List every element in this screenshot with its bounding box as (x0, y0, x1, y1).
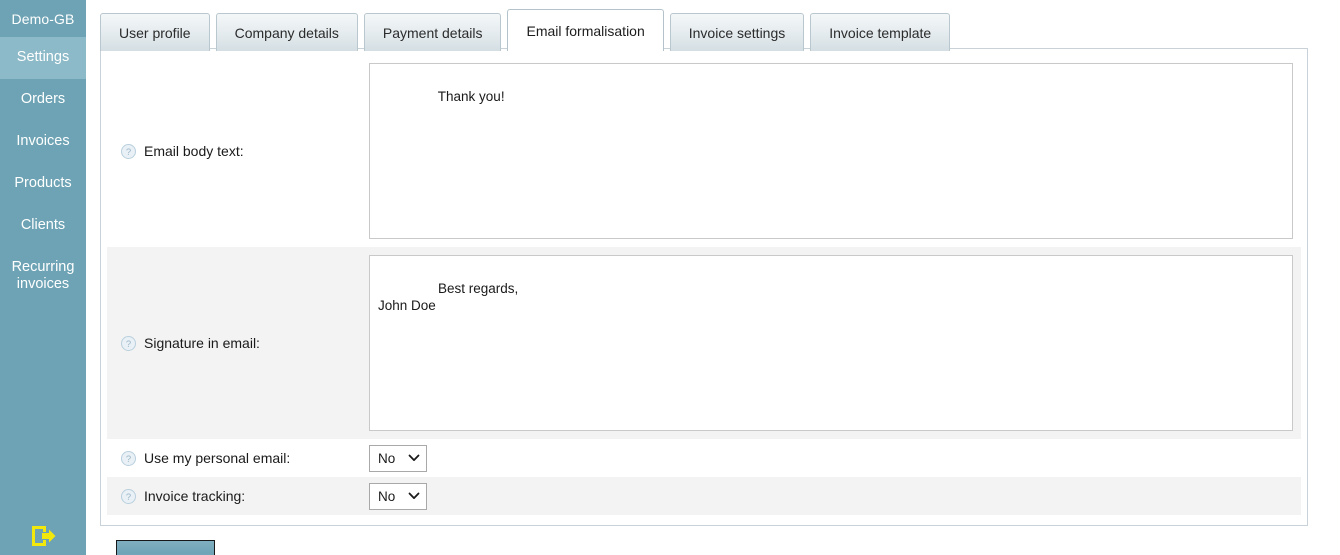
form-row-invoice-tracking: ? Invoice tracking: No (107, 477, 1301, 515)
svg-text:?: ? (126, 492, 131, 503)
help-question-icon[interactable]: ? (121, 335, 136, 351)
save-button[interactable] (116, 540, 215, 555)
row-label-invoice-tracking: ? Invoice tracking: (107, 477, 369, 515)
use-my-personal-email-select[interactable]: No (369, 444, 427, 472)
svg-text:?: ? (126, 339, 131, 350)
form-row-use-my-personal-email: ? Use my personal email: No (107, 439, 1301, 477)
signature-in-email-value: Best regards, John Doe (378, 281, 519, 313)
sidebar-item-orders[interactable]: Orders (0, 79, 86, 121)
row-label-signature-in-email: ? Signature in email: (107, 247, 369, 439)
tab-label: Invoice template (829, 24, 932, 41)
tab-email-formalisation[interactable]: Email formalisation (507, 9, 664, 52)
sidebar-item-invoices[interactable]: Invoices (0, 121, 86, 163)
tab-bar: User profile Company details Payment det… (100, 9, 956, 52)
row-field-signature-in-email: Best regards, John Doe (369, 247, 1301, 439)
tab-company-details[interactable]: Company details (215, 13, 358, 51)
help-question-icon[interactable]: ? (121, 450, 136, 466)
svg-text:?: ? (126, 454, 131, 465)
resize-grip-icon[interactable] (1276, 414, 1290, 428)
row-field-email-body-text: Thank you! (369, 55, 1301, 247)
row-label-text: Email body text: (144, 143, 244, 159)
row-field-use-my-personal-email: No (369, 439, 1301, 477)
sidebar-item-label: Products (14, 175, 72, 191)
invoice-tracking-select[interactable]: No (369, 482, 427, 510)
chevron-down-icon (408, 489, 420, 504)
tab-invoice-settings[interactable]: Invoice settings (669, 13, 805, 51)
row-label-use-my-personal-email: ? Use my personal email: (107, 439, 369, 477)
settings-form: ? Email body text: Thank you! ? Signatur… (101, 49, 1307, 525)
form-row-signature-in-email: ? Signature in email: Best regards, John… (107, 247, 1301, 439)
row-label-text: Use my personal email: (144, 450, 291, 466)
app-window: Demo-GB Settings Orders Invoices Product… (0, 0, 1340, 555)
sidebar-item-products[interactable]: Products (0, 163, 86, 205)
tab-label: User profile (119, 24, 191, 41)
row-label-text: Invoice tracking: (144, 488, 246, 504)
main-content: User profile Company details Payment det… (86, 0, 1340, 555)
row-field-invoice-tracking: No (369, 477, 1301, 515)
email-body-text-textarea[interactable]: Thank you! (369, 63, 1293, 239)
sidebar-item-clients[interactable]: Clients (0, 205, 86, 247)
help-question-icon[interactable]: ? (121, 488, 136, 504)
row-label-text: Signature in email: (144, 335, 260, 351)
tab-label: Company details (234, 24, 339, 41)
email-body-text-value: Thank you! (437, 89, 505, 104)
tab-label: Email formalisation (526, 22, 645, 39)
sidebar: Demo-GB Settings Orders Invoices Product… (0, 0, 86, 555)
main-inner: User profile Company details Payment det… (92, 0, 1340, 555)
tab-label: Payment details (382, 24, 483, 41)
tab-invoice-template[interactable]: Invoice template (810, 13, 951, 51)
chevron-down-icon (408, 451, 420, 466)
sidebar-item-label: Recurring invoices (11, 259, 75, 292)
row-label-email-body-text: ? Email body text: (107, 55, 369, 247)
resize-grip-icon[interactable] (1276, 222, 1290, 236)
help-question-icon[interactable]: ? (121, 143, 136, 159)
sidebar-item-label: Invoices (16, 133, 70, 149)
sidebar-item-recurring-invoices[interactable]: Recurring invoices (0, 247, 86, 306)
select-value: No (378, 488, 396, 504)
sidebar-item-label: Orders (20, 91, 66, 107)
settings-panel: ? Email body text: Thank you! ? Signatur… (100, 48, 1308, 526)
logout-export-icon (29, 523, 57, 549)
signature-in-email-textarea[interactable]: Best regards, John Doe (369, 255, 1293, 431)
brand-label: Demo-GB (11, 11, 75, 27)
form-row-email-body-text: ? Email body text: Thank you! (107, 55, 1301, 247)
svg-text:?: ? (126, 147, 131, 158)
tab-label: Invoice settings (688, 24, 786, 41)
tab-payment-details[interactable]: Payment details (363, 13, 502, 51)
sidebar-item-label: Clients (20, 217, 66, 233)
sidebar-item-label: Settings (16, 49, 70, 65)
select-value: No (378, 450, 396, 466)
sidebar-item-settings[interactable]: Settings (0, 37, 86, 79)
tab-user-profile[interactable]: User profile (100, 13, 210, 51)
logout-button[interactable] (0, 521, 86, 555)
